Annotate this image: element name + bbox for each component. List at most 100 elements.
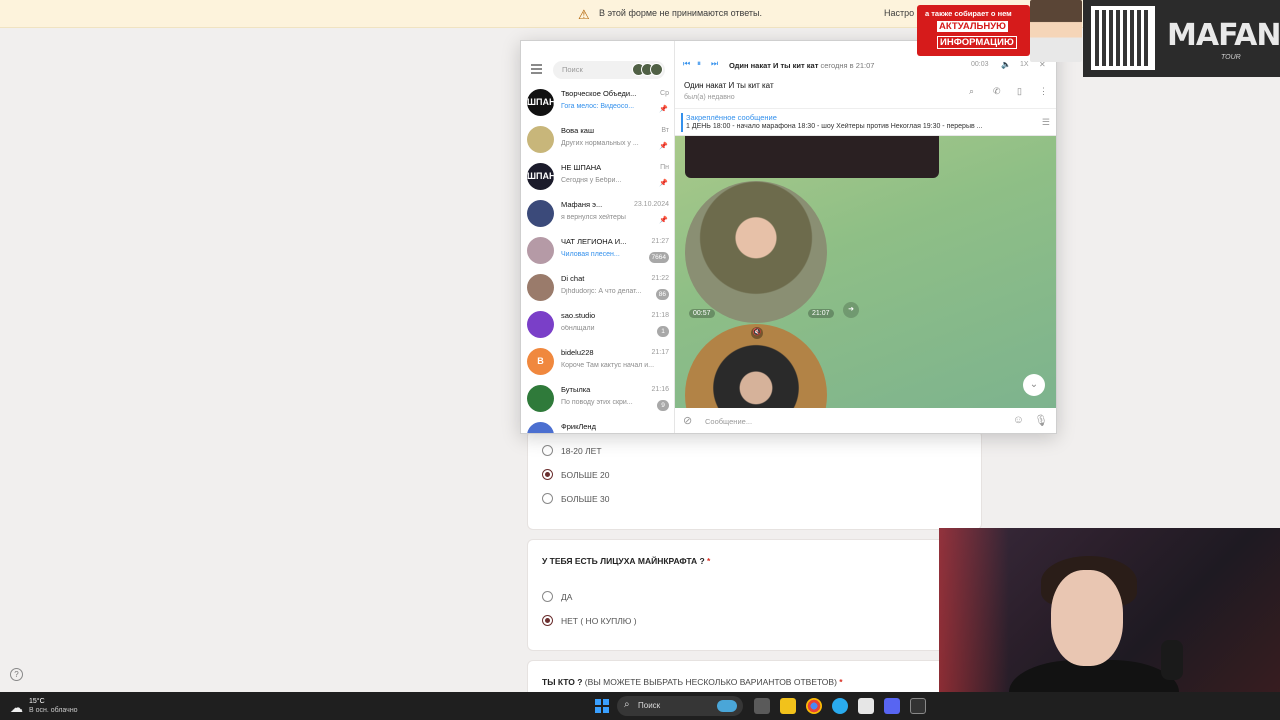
chat-name: Di chat [561,274,585,283]
discord-icon[interactable] [884,698,900,714]
search-icon[interactable]: ⌕ [969,86,974,97]
app-icon[interactable] [858,698,874,714]
conversation-panel: ⏮ ⏸ ⏭ Один накат И ты кит кат сегодня в … [675,41,1056,433]
forward-icon[interactable]: ➜ [843,302,859,318]
message-input[interactable]: Сообщение... [705,417,752,426]
settings-link[interactable]: Настро [884,8,914,18]
radio-button-selected[interactable] [542,469,553,480]
volume-icon[interactable]: 🔈 [1001,60,1011,69]
call-icon[interactable]: ✆ [993,86,1001,97]
track-info[interactable]: Один накат И ты кит кат сегодня в 21:07 [729,61,874,70]
microphone-icon[interactable]: 🎙 [1034,414,1048,427]
pin-icon: 📌 [659,180,668,187]
obs-icon[interactable] [910,698,926,714]
playback-speed-button[interactable]: 1X [1020,61,1029,68]
muted-icon[interactable]: 🔇 [751,327,763,339]
scroll-down-icon[interactable]: ⌄ [1023,374,1045,396]
unread-badge: 9 [657,400,669,411]
avatar [527,422,554,433]
video-message-top[interactable] [685,136,939,178]
previous-track-icon[interactable]: ⏮ [683,59,690,69]
chat-time: 21:16 [651,386,669,393]
search-input[interactable]: Поиск [553,61,665,79]
question-title: ТЫ КТО ? (ВЫ МОЖЕТЕ ВЫБРАТЬ НЕСКОЛЬКО ВА… [542,677,843,687]
avatar [527,237,554,264]
elapsed-time: 00:03 [971,61,989,68]
chat-list-item[interactable]: ШПАНА НЕ ШПАНА Пн Сегодня у Бебри... 📌 [521,159,675,196]
chat-list-item[interactable]: Бутылка 21:16 По поводу этих скри... 9 [521,381,675,418]
next-track-icon[interactable]: ⏭ [711,59,718,69]
telegram-icon[interactable] [832,698,848,714]
pinned-message[interactable]: Закреплённое сообщение 1 ДЕНЬ 18:00 - на… [675,109,1056,136]
chat-preview: Djhdudorjc: А что делат... [561,288,642,295]
help-icon[interactable]: ? [10,668,23,681]
chat-title: Один накат И ты кит кат [684,81,774,90]
age-option-2[interactable]: БОЛЬШЕ 20 [542,469,609,480]
option-label: ДА [561,591,573,602]
license-option-yes[interactable]: ДА [542,591,572,602]
video-duration: 00:57 [689,309,715,318]
chat-name: ЧАТ ЛЕГИОНА И... [561,237,627,246]
start-button[interactable] [595,699,609,713]
avatar [527,126,554,153]
chat-list-item[interactable]: Di chat 21:22 Djhdudorjc: А что делат... 86 [521,270,675,307]
chat-preview: Сегодня у Бебри... [561,177,622,184]
avatar: ШПАНА [527,89,554,116]
file-explorer-icon[interactable] [780,698,796,714]
chat-name: Вова каш [561,126,594,135]
weather-text: В осн. облачно [29,707,78,714]
more-icon[interactable]: ⋮ [1039,86,1048,97]
radio-button[interactable] [542,493,553,504]
taskbar-search[interactable]: ⌕ Поиск [617,696,743,716]
video-note-1[interactable] [685,181,827,323]
chat-list-item[interactable]: Bbidelu228 21:17 Короче Там кактус начал и… [521,344,675,381]
pin-icon: 📌 [659,106,668,113]
chat-time: 21:27 [651,238,669,245]
chat-preview: По поводу этих скри... [561,399,633,406]
hamburger-menu-icon[interactable] [531,64,542,76]
screen: ⚠ В этой форме не принимаются ответы. На… [0,0,1280,720]
license-option-no[interactable]: НЕТ ( НО КУПЛЮ ) [542,615,637,626]
avatar: B [527,348,554,375]
chat-header[interactable]: Один накат И ты кит кат был(а) недавно ⌕… [675,75,1056,109]
chat-preview: обнлщали [561,325,595,332]
chat-time: Вт [661,127,669,134]
chat-list-item[interactable]: ФрикЛенд [521,418,675,433]
stories-avatars[interactable] [632,63,663,76]
chat-time: 21:17 [651,349,669,356]
chat-time: 21:22 [651,275,669,282]
chat-list-item[interactable]: Вова каш Вт Других нормальных у ... 📌 [521,122,675,159]
option-label: НЕТ ( НО КУПЛЮ ) [561,615,637,626]
telegram-window: Поиск ШПАНА Творческое Объеди... Ср Гога ме… [520,40,1057,434]
pinned-list-icon[interactable]: ☰ [1042,117,1050,128]
radio-button-selected[interactable] [542,615,553,626]
attach-icon[interactable]: ⊘ [683,414,692,427]
chrome-icon[interactable] [806,698,822,714]
cloud-icon: ☁ [10,700,23,715]
question-title: У ТЕБЯ ЕСТЬ ЛИЦУХА МАЙНКРАФТА ? * [542,556,711,566]
task-view-icon[interactable] [754,698,770,714]
pinned-label: Закреплённое сообщение [686,113,777,122]
avatar [527,311,554,338]
age-question-card: 18-20 ЛЕТ БОЛЬШЕ 20 БОЛЬШЕ 30 [527,430,982,530]
sidebar-toggle-icon[interactable]: ▯ [1017,86,1022,97]
chat-preview: Чиловая плесен... [561,251,620,258]
message-composer: ⊘ Сообщение... ☺ 🎙 [675,408,1056,433]
chat-list-item[interactable]: sao.studio 21:18 обнлщали 1 [521,307,675,344]
chat-list-item[interactable]: ЧАТ ЛЕГИОНА И... 21:27 Чиловая плесен... 76… [521,233,675,270]
search-icon: ⌕ [624,699,630,710]
temperature: 15°C [29,698,45,705]
warning-icon: ⚠ [578,7,590,22]
chat-list-item[interactable]: Мафаня э... 23.10.2024 я вернулся хейтеры 📌 [521,196,675,233]
radio-button[interactable] [542,591,553,602]
chat-name: НЕ ШПАНА [561,163,602,172]
age-option-3[interactable]: БОЛЬШЕ 30 [542,493,609,504]
chat-time: Ср [660,90,669,97]
chat-list-item[interactable]: ШПАНА Творческое Объеди... Ср Гога мелос: В… [521,85,675,122]
radio-button[interactable] [542,445,553,456]
promo-banner: а также собирает о нем АКТУАЛЬНУЮ ИНФОРМ… [917,5,1030,56]
age-option-1[interactable]: 18-20 ЛЕТ [542,445,602,456]
pause-icon[interactable]: ⏸ [697,59,701,69]
unread-badge: 1 [657,326,669,337]
emoji-icon[interactable]: ☺ [1013,414,1024,426]
